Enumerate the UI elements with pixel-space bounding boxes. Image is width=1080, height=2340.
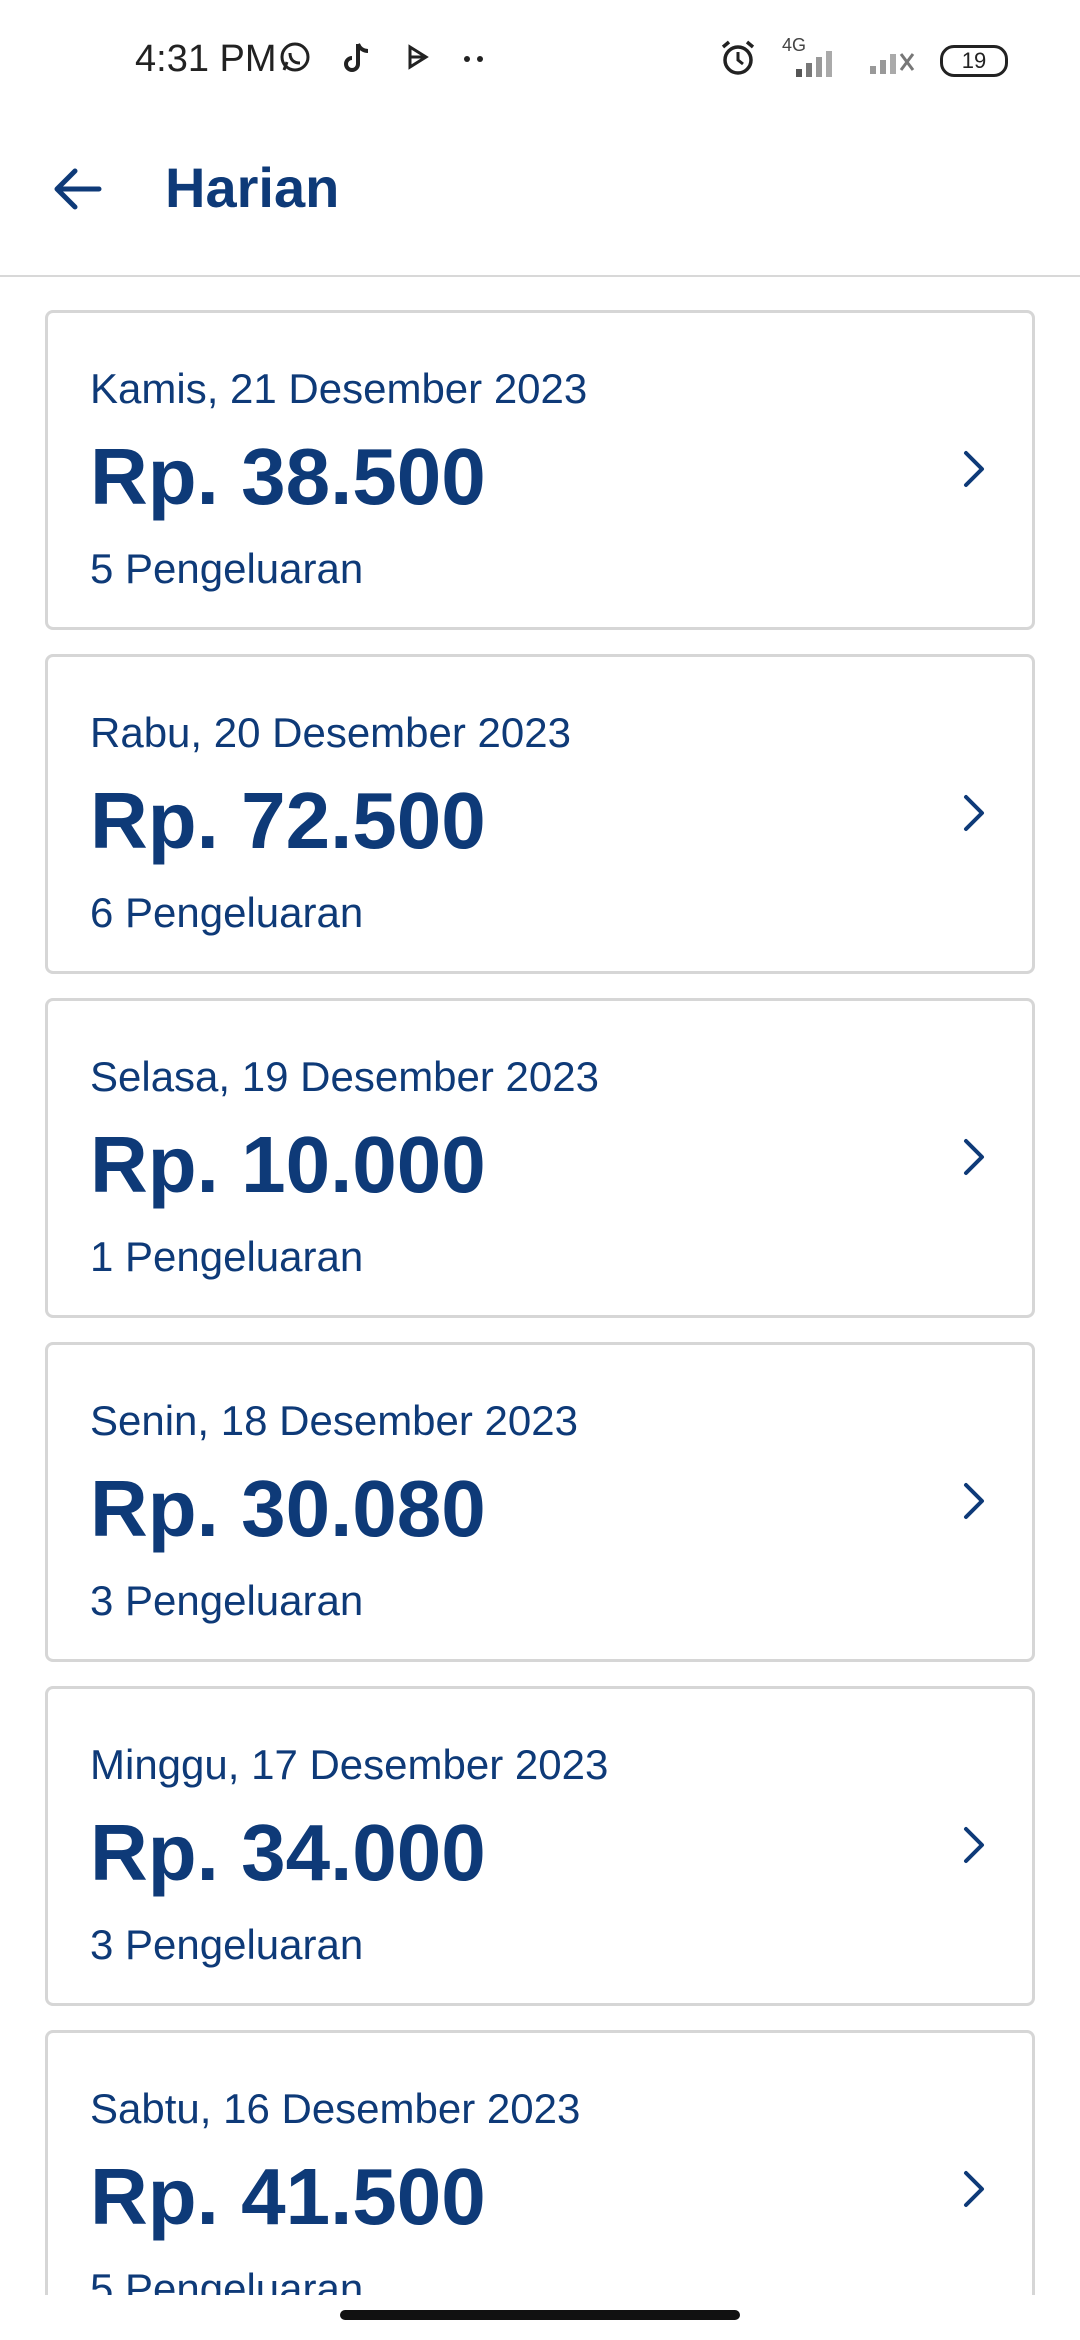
whatsapp-icon: [278, 40, 312, 79]
card-amount: Rp. 34.000: [90, 1808, 486, 1897]
back-button[interactable]: [45, 157, 109, 221]
day-card[interactable]: Minggu, 17 Desember 2023 Rp. 34.000 3 Pe…: [45, 1686, 1035, 2006]
card-expense-count: 3 Pengeluaran: [90, 1577, 364, 1624]
day-card[interactable]: Kamis, 21 Desember 2023 Rp. 38.500 5 Pen…: [45, 310, 1035, 630]
status-icons-left: [278, 40, 488, 79]
arrow-left-icon: [54, 168, 102, 210]
status-time: 4:31 PM: [135, 38, 277, 80]
chevron-right-icon: [964, 451, 984, 487]
chevron-right-icon: [964, 2171, 984, 2207]
app-bar: Harian: [0, 125, 1080, 277]
day-card[interactable]: Senin, 18 Desember 2023 Rp. 30.080 3 Pen…: [45, 1342, 1035, 1662]
page-title: Harian: [165, 156, 340, 219]
card-date: Rabu, 20 Desember 2023: [90, 709, 571, 756]
card-date: Kamis, 21 Desember 2023: [90, 365, 588, 412]
chevron-right-icon: [964, 1483, 984, 1519]
battery-icon: 19: [940, 44, 1008, 77]
card-amount: Rp. 41.500: [90, 2152, 486, 2241]
card-date: Sabtu, 16 Desember 2023: [90, 2085, 581, 2132]
home-indicator[interactable]: [340, 2310, 740, 2320]
status-bar: 4:31 PM 4G 19: [0, 0, 1080, 125]
card-date: Minggu, 17 Desember 2023: [90, 1741, 609, 1788]
more-dots-icon: [462, 51, 488, 69]
card-date: Senin, 18 Desember 2023: [90, 1397, 578, 1444]
card-date: Selasa, 19 Desember 2023: [90, 1053, 599, 1100]
card-expense-count: 3 Pengeluaran: [90, 1921, 364, 1968]
card-amount: Rp. 72.500: [90, 776, 486, 865]
chevron-right-icon: [964, 1827, 984, 1863]
card-amount: Rp. 10.000: [90, 1120, 486, 1209]
card-amount: Rp. 30.080: [90, 1464, 486, 1553]
day-card[interactable]: Rabu, 20 Desember 2023 Rp. 72.500 6 Peng…: [45, 654, 1035, 974]
card-expense-count: 5 Pengeluaran: [90, 545, 364, 592]
day-list: Kamis, 21 Desember 2023 Rp. 38.500 5 Pen…: [45, 310, 1035, 2295]
signal-4g-icon: 4G: [780, 35, 846, 81]
card-expense-count: 6 Pengeluaran: [90, 889, 364, 936]
chevron-right-icon: [964, 1139, 984, 1175]
play-icon: [404, 42, 432, 77]
day-card[interactable]: Sabtu, 16 Desember 2023 Rp. 41.500 5 Pen…: [45, 2030, 1035, 2295]
tiktok-icon: [342, 40, 374, 79]
card-expense-count: 1 Pengeluaran: [90, 1233, 364, 1280]
chevron-right-icon: [964, 795, 984, 831]
day-card[interactable]: Selasa, 19 Desember 2023 Rp. 10.000 1 Pe…: [45, 998, 1035, 1318]
alarm-icon: [718, 38, 758, 83]
card-expense-count: 5 Pengeluaran: [90, 2265, 364, 2295]
battery-level: 19: [961, 47, 987, 73]
signal-nodata-icon: [868, 38, 918, 83]
card-amount: Rp. 38.500: [90, 432, 486, 521]
status-icons-right: 4G 19: [718, 35, 1008, 83]
